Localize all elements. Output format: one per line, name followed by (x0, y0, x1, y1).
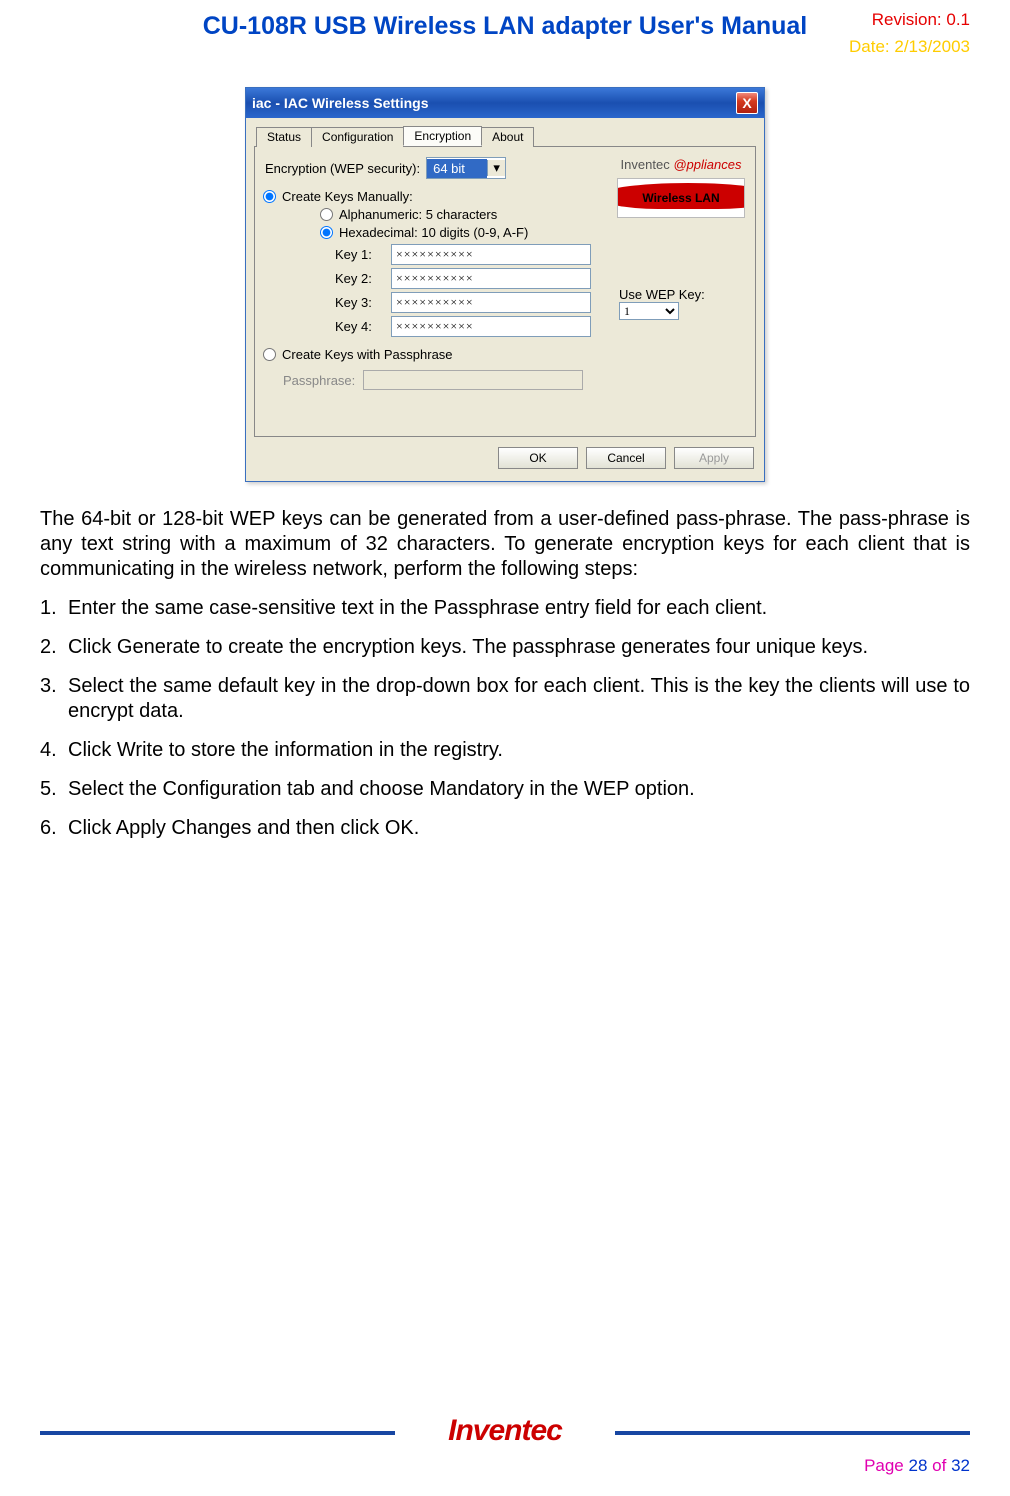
key3-input[interactable] (391, 292, 591, 313)
step-5: 5. Select the Configuration tab and choo… (40, 777, 970, 802)
footer-rule-left (40, 1431, 395, 1435)
step-text: Select the Configuration tab and choose … (68, 777, 970, 802)
radio-create-passphrase[interactable] (263, 348, 276, 361)
use-wep-key-label: Use WEP Key: (619, 287, 739, 302)
page-total: 32 (951, 1456, 970, 1475)
passphrase-input (363, 370, 583, 390)
tab-configuration[interactable]: Configuration (311, 127, 404, 147)
passphrase-label: Passphrase: (283, 373, 355, 388)
encryption-label: Encryption (WEP security): (265, 161, 420, 176)
key4-label: Key 4: (335, 319, 385, 334)
ok-button[interactable]: OK (498, 447, 578, 469)
tab-about[interactable]: About (481, 127, 534, 147)
step-6: 6. Click Apply Changes and then click OK… (40, 816, 970, 841)
encryption-value: 64 bit (427, 159, 487, 178)
key2-input[interactable] (391, 268, 591, 289)
tab-status[interactable]: Status (256, 127, 312, 147)
tab-bar: Status Configuration Encryption About (254, 126, 756, 147)
titlebar-text: iac - IAC Wireless Settings (252, 95, 736, 111)
create-passphrase-label: Create Keys with Passphrase (282, 347, 453, 362)
intro-paragraph: The 64-bit or 128-bit WEP keys can be ge… (40, 507, 970, 582)
step-text: Click Apply Changes and then click OK. (68, 816, 970, 841)
radio-hexadecimal[interactable] (320, 226, 333, 239)
close-button[interactable]: X (736, 92, 758, 114)
use-wep-key-select[interactable]: 1 (619, 302, 679, 320)
step-number: 6. (40, 816, 68, 841)
step-text: Click Generate to create the encryption … (68, 635, 970, 660)
brand-appliances: @ppliances (673, 157, 741, 172)
step-4: 4. Click Write to store the information … (40, 738, 970, 763)
footer-rule-right (615, 1431, 970, 1435)
key4-input[interactable] (391, 316, 591, 337)
key1-input[interactable] (391, 244, 591, 265)
tab-panel-encryption: Encryption (WEP security): 64 bit ▾ Inve… (254, 147, 756, 437)
tab-encryption[interactable]: Encryption (403, 126, 482, 146)
dropdown-arrow-icon[interactable]: ▾ (487, 160, 505, 176)
body-content: The 64-bit or 128-bit WEP keys can be ge… (0, 507, 1010, 841)
step-text: Click Write to store the information in … (68, 738, 970, 763)
brand-inventec: Inventec (621, 157, 670, 172)
key1-label: Key 1: (335, 247, 385, 262)
step-number: 2. (40, 635, 68, 660)
key3-label: Key 3: (335, 295, 385, 310)
step-number: 5. (40, 777, 68, 802)
page-current: 28 (909, 1456, 928, 1475)
brand-panel: Inventec @ppliances Wireless LAN (617, 157, 745, 218)
create-manually-label: Create Keys Manually: (282, 189, 413, 204)
step-number: 3. (40, 674, 68, 724)
encryption-select[interactable]: 64 bit ▾ (426, 157, 506, 179)
titlebar: iac - IAC Wireless Settings X (246, 88, 764, 118)
wireless-lan-text: Wireless LAN (642, 191, 719, 205)
step-1: 1. Enter the same case-sensitive text in… (40, 596, 970, 621)
page-number: Page 28 of 32 (40, 1456, 970, 1476)
hexadecimal-label: Hexadecimal: 10 digits (0-9, A-F) (339, 225, 528, 240)
step-3: 3. Select the same default key in the dr… (40, 674, 970, 724)
alphanumeric-label: Alphanumeric: 5 characters (339, 207, 497, 222)
page-word: Page (864, 1456, 904, 1475)
radio-alphanumeric[interactable] (320, 208, 333, 221)
key2-label: Key 2: (335, 271, 385, 286)
wireless-lan-logo: Wireless LAN (617, 178, 745, 218)
step-number: 1. (40, 596, 68, 621)
iac-settings-dialog: iac - IAC Wireless Settings X Status Con… (245, 87, 765, 482)
radio-create-manually[interactable] (263, 190, 276, 203)
apply-button: Apply (674, 447, 754, 469)
page-of: of (932, 1456, 946, 1475)
step-text: Enter the same case-sensitive text in th… (68, 596, 970, 621)
step-text: Select the same default key in the drop-… (68, 674, 970, 724)
step-number: 4. (40, 738, 68, 763)
inventec-logo: Inventec (395, 1414, 615, 1448)
cancel-button[interactable]: Cancel (586, 447, 666, 469)
step-2: 2. Click Generate to create the encrypti… (40, 635, 970, 660)
page-footer: Inventec Page 28 of 32 (0, 1416, 1010, 1476)
